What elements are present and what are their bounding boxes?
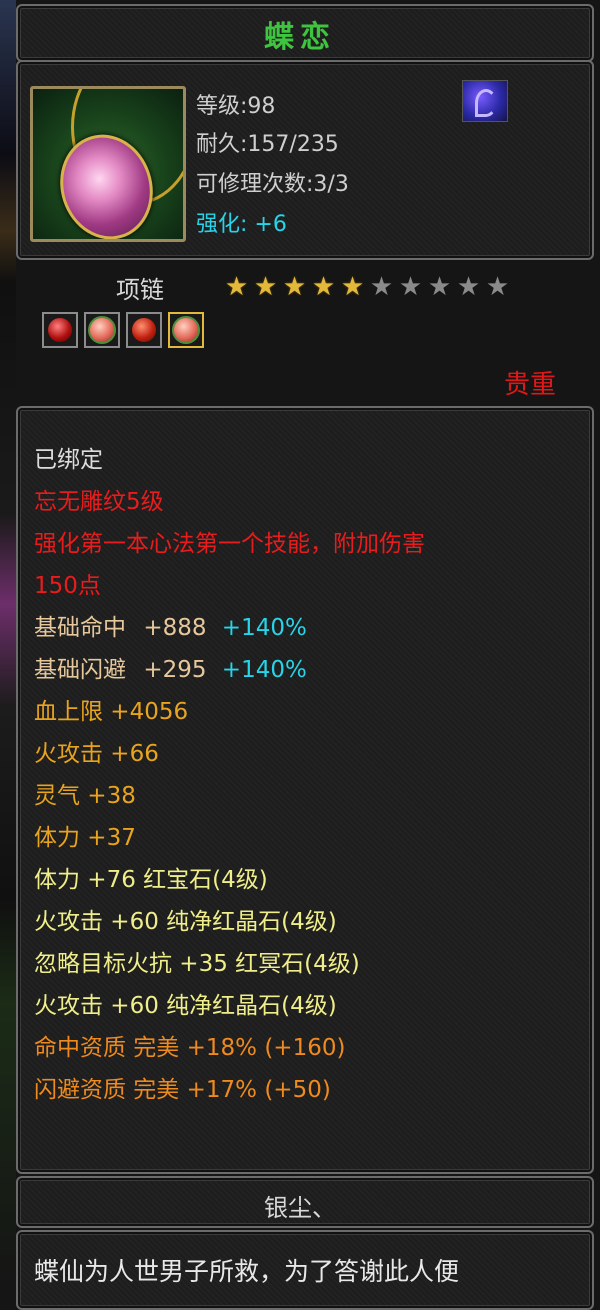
base-hit: 基础命中 +888 +140% [34, 608, 307, 642]
pink-gem-icon [172, 316, 200, 344]
star-filled-icon: ★ [253, 272, 278, 302]
star-empty-icon: ★ [456, 272, 481, 302]
star-filled-icon: ★ [224, 272, 249, 302]
item-durability: 耐久:157/235 [196, 132, 339, 157]
star-filled-icon: ★ [311, 272, 336, 302]
gem-stat-3: 忽略目标火抗 +35 红冥石(4级) [34, 951, 360, 977]
gem-stat-4: 火攻击 +60 纯净红晶石(4级) [34, 993, 337, 1019]
maker-name: 银尘、 [264, 1194, 336, 1222]
base-dodge-pct: +140% [221, 657, 307, 683]
aptitude-dodge: 闪避资质 完美 +17% (+50) [34, 1077, 331, 1103]
item-enhance: 强化: +6 [196, 206, 287, 238]
stat-stamina: 体力 +37 [34, 825, 136, 851]
item-icon-necklace[interactable] [30, 86, 186, 242]
base-hit-label: 基础命中 [34, 615, 126, 641]
star-empty-icon: ★ [485, 272, 510, 302]
engraving: 忘无雕纹5级 [34, 489, 164, 515]
red-gem-icon [132, 318, 156, 342]
base-hit-value: +888 [143, 615, 207, 641]
base-dodge: 基础闪避 +295 +140% [34, 650, 307, 684]
item-quality: 贵重 [503, 370, 556, 400]
star-empty-icon: ★ [427, 272, 452, 302]
stat-hp: 血上限 +4056 [34, 699, 189, 725]
base-dodge-label: 基础闪避 [34, 657, 126, 683]
gem-socket-4[interactable] [168, 312, 204, 348]
star-empty-icon: ★ [398, 272, 423, 302]
aptitude-hit: 命中资质 完美 +18% (+160) [34, 1035, 346, 1061]
gem-stat-1: 体力 +76 红宝石(4级) [34, 867, 268, 893]
gem-socket-3[interactable] [126, 312, 162, 348]
effect-text-2: 150点 [34, 573, 101, 599]
base-dodge-value: +295 [143, 657, 207, 683]
stat-spirit: 灵气 +38 [34, 783, 136, 809]
gem-sockets [42, 312, 210, 348]
bound-skill-icon[interactable] [462, 80, 508, 122]
enhance-label: 强化: [196, 212, 248, 237]
base-hit-pct: +140% [221, 615, 307, 641]
gem-socket-1[interactable] [42, 312, 78, 348]
star-filled-icon: ★ [340, 272, 365, 302]
gem-socket-2[interactable] [84, 312, 120, 348]
gem-stat-2: 火攻击 +60 纯净红晶石(4级) [34, 909, 337, 935]
item-name: 蝶恋 [264, 20, 336, 55]
star-empty-icon: ★ [369, 272, 394, 302]
item-description: 蝶仙为人世男子所救，为了答谢此人便 [34, 1257, 460, 1286]
item-type: 项链 [116, 276, 164, 304]
star-filled-icon: ★ [282, 272, 307, 302]
effect-text-1: 强化第一本心法第一个技能，附加伤害 [34, 531, 425, 557]
item-level: 等级:98 [196, 94, 276, 119]
pink-gem-icon [88, 316, 116, 344]
star-rating: ★ ★ ★ ★ ★ ★ ★ ★ ★ ★ [222, 272, 512, 302]
enhance-value: +6 [254, 212, 287, 237]
stat-fire-attack: 火攻击 +66 [34, 741, 159, 767]
background-edge [0, 0, 16, 1285]
red-gem-icon [48, 318, 72, 342]
item-repairs: 可修理次数:3/3 [196, 172, 349, 197]
bound-status: 已绑定 [34, 447, 103, 473]
